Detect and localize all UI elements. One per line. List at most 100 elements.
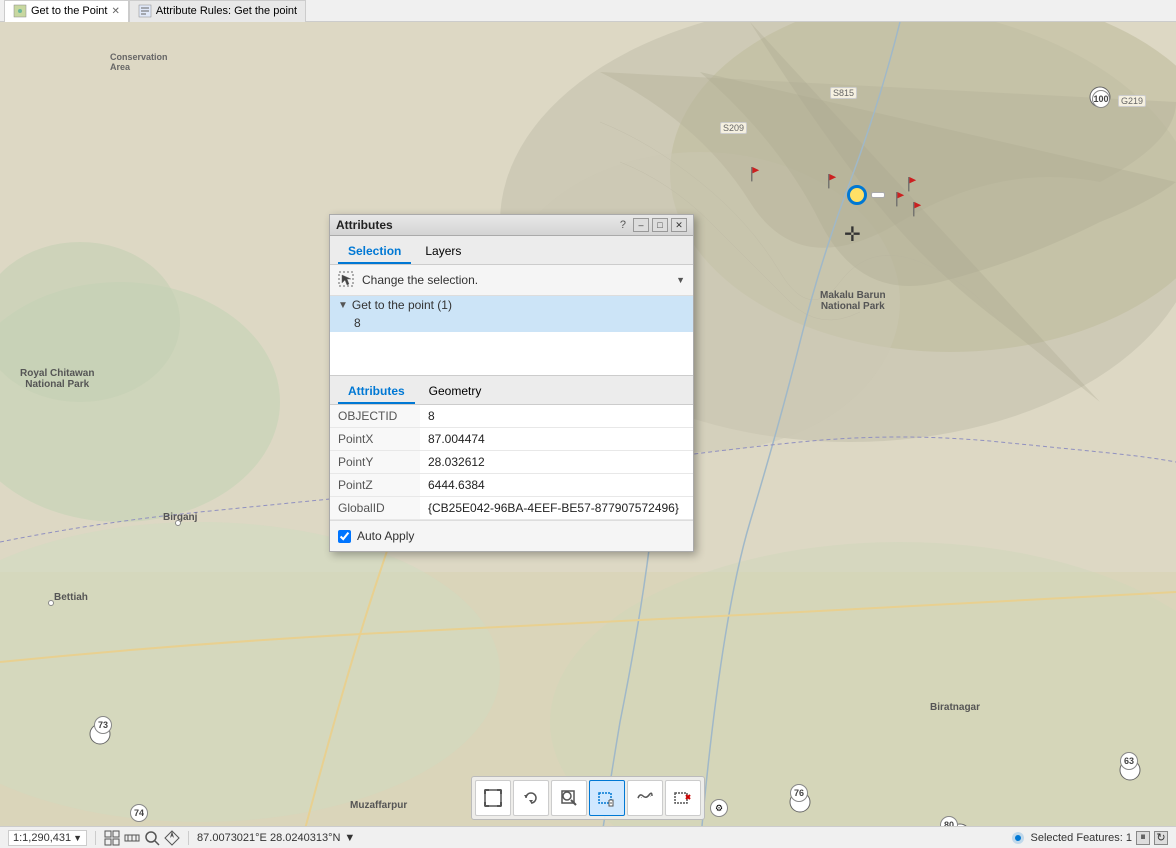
panel-help-button[interactable]: ? [620,219,626,231]
flag-marker-2[interactable] [825,174,843,192]
panel-titlebar: Attributes ? – □ ✕ [330,215,693,236]
auto-apply-row: Auto Apply [330,520,693,551]
auto-apply-label[interactable]: Auto Apply [357,529,414,543]
move-cursor: ✛ [844,222,861,247]
zoom-full-button[interactable] [475,780,511,816]
select-freehand-button[interactable] [627,780,663,816]
map-toolbar: ⚙ [471,776,705,820]
road-label-s815: S815 [830,87,857,99]
field-value: 87.004474 [420,428,693,451]
grid-icon [104,830,120,846]
place-makalu: Makalu BarunNational Park [820,290,886,312]
status-divider-2 [188,831,189,845]
zoom-box-button[interactable] [551,780,587,816]
deselect-button[interactable] [665,780,701,816]
status-divider-1 [95,831,96,845]
field-value: {CB25E042-96BA-4EEF-BE57-877907572496} [420,497,693,520]
tab-attributes[interactable]: Attributes [338,380,415,404]
road-label-s209: S209 [720,122,747,134]
table-row[interactable]: OBJECTID8 [330,405,693,428]
panel-close-button[interactable]: ✕ [671,218,687,232]
panel-controls: ? – □ ✕ [620,218,687,232]
flag-marker-4[interactable] [893,192,911,210]
selected-features-icon [1010,830,1026,846]
highway-63: 63 [1120,752,1138,770]
tab-selection[interactable]: Selection [338,240,411,264]
highway-74: 74 [130,804,148,822]
highway-100: 100 [1092,90,1110,108]
scale-box[interactable]: 1:1,290,431 ▼ [8,830,87,846]
field-value: 8 [420,405,693,428]
place-royal-chitawan: Royal ChitawanNational Park [20,368,94,390]
map-icon [13,4,27,18]
map-callout [871,192,885,198]
table-row[interactable]: PointX87.004474 [330,428,693,451]
dropdown-arrow-icon: ▼ [676,275,685,285]
tab-geometry[interactable]: Geometry [419,380,492,404]
layer-name: Get to the point (1) [352,298,452,312]
coord-display: 87.0073021°E 28.0240313°N [197,832,340,844]
panel-title: Attributes [336,218,393,232]
rules-icon [138,4,152,18]
grid-section [104,830,180,846]
change-selection-label: Change the selection. [362,273,676,287]
tab-close-icon[interactable]: ✕ [111,6,119,17]
attributes-table: OBJECTID8PointX87.004474PointY28.032612P… [330,405,693,520]
field-value: 28.032612 [420,451,693,474]
field-name: PointZ [330,474,420,497]
scale-value: 1:1,290,431 [13,832,71,844]
place-bettiah: Bettiah [54,592,88,603]
selected-ring [847,185,867,205]
select-rect-button[interactable] [589,780,625,816]
titlebar: Get to the Point ✕ Attribute Rules: Get … [0,0,1176,22]
layer-tree: ▼ Get to the point (1) 8 [330,296,693,376]
table-row[interactable]: GlobalID{CB25E042-96BA-4EEF-BE57-8779075… [330,497,693,520]
highway-73: 73 [94,716,112,734]
field-value: 6444.6384 [420,474,693,497]
attr-tab-bar: Selection Layers [330,236,693,265]
scale-section: 1:1,290,431 ▼ [8,830,87,846]
navigate-icon [164,830,180,846]
city-dot-birganj [175,520,181,526]
selected-features-label: Selected Features: 1 [1030,832,1132,844]
place-biratnagar: Biratnagar [930,702,980,713]
layer-row[interactable]: ▼ Get to the point (1) [330,296,693,314]
coord-section: 87.0073021°E 28.0240313°N ▼ [197,832,355,844]
field-name: GlobalID [330,497,420,520]
auto-apply-checkbox[interactable] [338,530,351,543]
place-conservation: ConservationArea [110,52,168,72]
field-name: PointX [330,428,420,451]
table-row[interactable]: PointY28.032612 [330,451,693,474]
tab-layers[interactable]: Layers [415,240,471,264]
refresh-button[interactable]: ↻ [1154,831,1168,845]
bottom-tab-bar: Attributes Geometry [330,376,693,405]
tab-label: Get to the Point [31,5,107,17]
selection-pointer-icon [338,271,356,289]
ruler-icon [124,830,140,846]
table-row[interactable]: PointZ6444.6384 [330,474,693,497]
flag-marker-5[interactable] [910,202,928,220]
panel-minimize-button[interactable]: – [633,218,649,232]
expand-icon: ▼ [338,300,348,311]
feature-row[interactable]: 8 [330,314,693,332]
scale-dropdown-icon: ▼ [73,833,82,843]
feature-number: 8 [354,316,361,330]
flag-marker-1[interactable] [748,167,766,185]
field-name: PointY [330,451,420,474]
tab2-label: Attribute Rules: Get the point [156,5,297,17]
settings-icon[interactable]: ⚙ [710,799,728,817]
map-canvas[interactable]: S815 S209 G219 ConservationArea Makalu B… [0,22,1176,848]
panel-restore-button[interactable]: □ [652,218,668,232]
pause-button[interactable]: ⏸ [1136,831,1150,845]
selected-marker[interactable] [847,185,885,205]
tab-attribute-rules[interactable]: Attribute Rules: Get the point [129,0,306,22]
rotate-button[interactable] [513,780,549,816]
coord-dropdown-icon[interactable]: ▼ [344,832,355,844]
magnify-icon [144,830,160,846]
tab-get-to-point[interactable]: Get to the Point ✕ [4,0,129,22]
attributes-panel: Attributes ? – □ ✕ Selection Layers Chan [329,214,694,552]
statusbar: 1:1,290,431 ▼ 87.0073021°E 28.0240313°N [0,826,1176,848]
selected-features-section: Selected Features: 1 ⏸ ↻ [1010,830,1168,846]
highway-76: 76 [790,784,808,802]
change-selection-row[interactable]: Change the selection. ▼ [330,265,693,296]
